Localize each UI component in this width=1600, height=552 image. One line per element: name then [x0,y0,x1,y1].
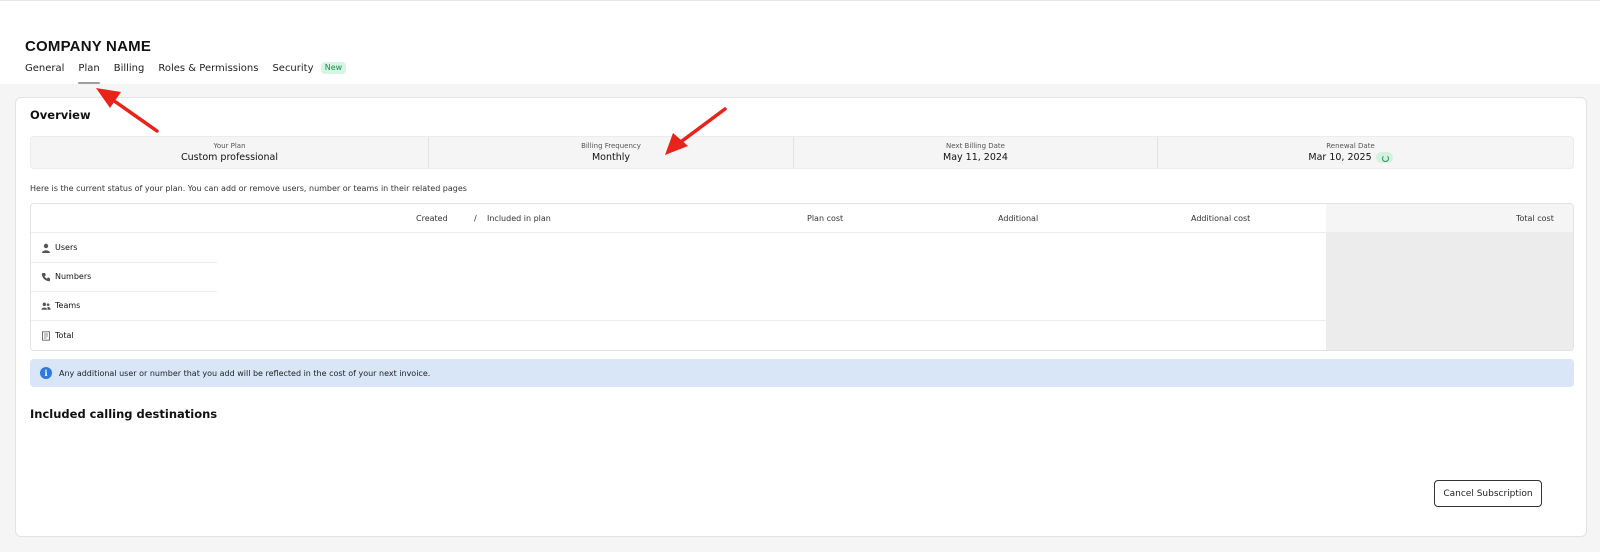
calling-destinations-title: Included calling destinations [30,407,218,421]
plan-usage-table: Created / Included in plan Plan cost Add… [30,203,1574,351]
page-header: COMPANY NAME General Plan Billing Roles … [0,0,1600,84]
th-additional-cost: Additional cost [1191,214,1251,223]
table-row-numbers: Numbers [31,262,217,291]
cancel-subscription-button[interactable]: Cancel Subscription [1434,480,1542,507]
stat-your-plan: Your Plan Custom professional [31,137,429,168]
stat-value: May 11, 2024 [943,152,1008,163]
stat-renewal-date: Renewal Date Mar 10, 2025 [1158,137,1543,168]
table-row-users: Users [31,233,217,262]
new-badge: New [320,62,347,74]
row-label: Numbers [55,272,92,281]
user-icon [42,243,50,253]
stat-label: Next Billing Date [946,142,1005,150]
th-included-in-plan: Included in plan [487,214,551,223]
phone-icon [41,272,50,281]
row-label: Total [55,331,74,340]
row-label: Users [55,243,78,252]
th-additional: Additional [998,214,1039,223]
tab-billing[interactable]: Billing [114,62,145,84]
table-header: Created / Included in plan Plan cost Add… [31,204,1573,233]
th-separator: / [474,214,477,223]
auto-renew-icon [1375,152,1393,163]
row-label: Teams [55,301,81,310]
tab-security-label: Security [272,63,314,74]
stat-billing-frequency: Billing Frequency Monthly [429,137,794,168]
th-total-cost: Total cost [1516,214,1554,223]
info-banner: i Any additional user or number that you… [30,359,1574,387]
plan-card: Overview Your Plan Custom professional B… [15,97,1587,537]
stat-value: Monthly [591,152,631,163]
table-row-teams: Teams [31,291,217,320]
stat-label: Your Plan [213,142,246,150]
stat-label: Billing Frequency [581,142,641,150]
settings-tabs: General Plan Billing Roles & Permissions… [25,62,360,84]
stat-value-row: Mar 10, 2025 [1308,152,1393,163]
invoice-icon [42,330,50,341]
overview-title: Overview [30,108,91,122]
stat-value: Mar 10, 2025 [1308,152,1372,163]
company-name: COMPANY NAME [25,38,152,55]
tab-plan[interactable]: Plan [78,62,100,84]
tab-general[interactable]: General [25,62,64,84]
table-row-total: Total [31,321,217,350]
th-plan-cost: Plan cost [807,214,844,223]
tab-roles-permissions[interactable]: Roles & Permissions [158,62,258,84]
plan-status-text: Here is the current status of your plan.… [30,184,467,193]
stat-label: Renewal Date [1326,142,1375,150]
plan-summary: Your Plan Custom professional Billing Fr… [30,136,1574,169]
info-icon: i [40,367,52,379]
tab-security[interactable]: Security New [272,62,347,84]
stat-value: Custom professional [181,152,278,163]
stat-next-billing-date: Next Billing Date May 11, 2024 [794,137,1158,168]
info-message: Any additional user or number that you a… [59,368,431,378]
th-created: Created [416,214,448,223]
row-divider [31,320,1326,321]
team-icon [41,302,51,310]
